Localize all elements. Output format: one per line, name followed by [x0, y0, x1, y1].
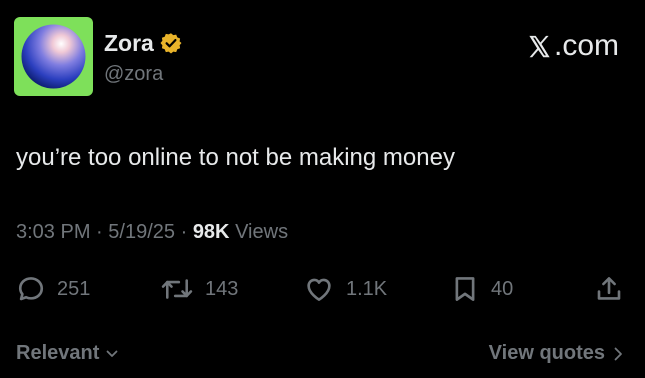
tweet-meta: 3:03 PM · 5/19/25 · 98K Views — [16, 219, 288, 245]
sort-dropdown[interactable]: Relevant — [16, 342, 119, 365]
heart-icon — [307, 278, 331, 301]
display-name[interactable]: Zora — [104, 30, 154, 56]
chevron-down-icon — [106, 350, 118, 357]
brand-watermark: .com — [526, 30, 619, 62]
repost-count: 143 — [205, 277, 239, 300]
tweet-date[interactable]: 5/19/25 — [108, 221, 175, 243]
handle[interactable]: @zora — [104, 62, 163, 86]
display-name-row[interactable]: Zora — [104, 30, 182, 56]
brand-label: .com — [553, 29, 619, 62]
reply-icon — [18, 277, 44, 301]
views-count[interactable]: 98K — [193, 221, 230, 243]
like-button[interactable]: 1.1K — [303, 272, 387, 306]
views-label: Views — [235, 221, 289, 243]
view-quotes-link[interactable]: View quotes — [489, 342, 625, 365]
action-bar: 251 143 1.1K 40 — [0, 272, 645, 306]
bookmark-count: 40 — [491, 277, 514, 300]
reply-count: 251 — [57, 277, 91, 300]
chevron-right-icon — [614, 347, 622, 360]
sort-label: Relevant — [16, 342, 100, 364]
tweet-text: you’re too online to not be making money — [16, 144, 455, 171]
verified-badge-icon — [160, 33, 182, 54]
meta-separator: · — [180, 221, 188, 243]
repost-icon — [161, 279, 193, 299]
tweet-time[interactable]: 3:03 PM — [16, 221, 90, 243]
sphere-avatar-icon — [14, 17, 93, 96]
meta-separator: · — [96, 221, 103, 243]
reply-button[interactable]: 251 — [16, 272, 90, 306]
share-icon — [597, 277, 621, 300]
like-count: 1.1K — [346, 277, 388, 300]
bookmark-button[interactable]: 40 — [450, 272, 513, 306]
bookmark-icon — [455, 277, 475, 301]
avatar[interactable] — [14, 17, 93, 96]
repost-button[interactable]: 143 — [160, 272, 238, 306]
x-logo-icon — [529, 35, 550, 57]
share-button[interactable] — [594, 272, 624, 306]
view-quotes-label: View quotes — [488, 342, 605, 364]
